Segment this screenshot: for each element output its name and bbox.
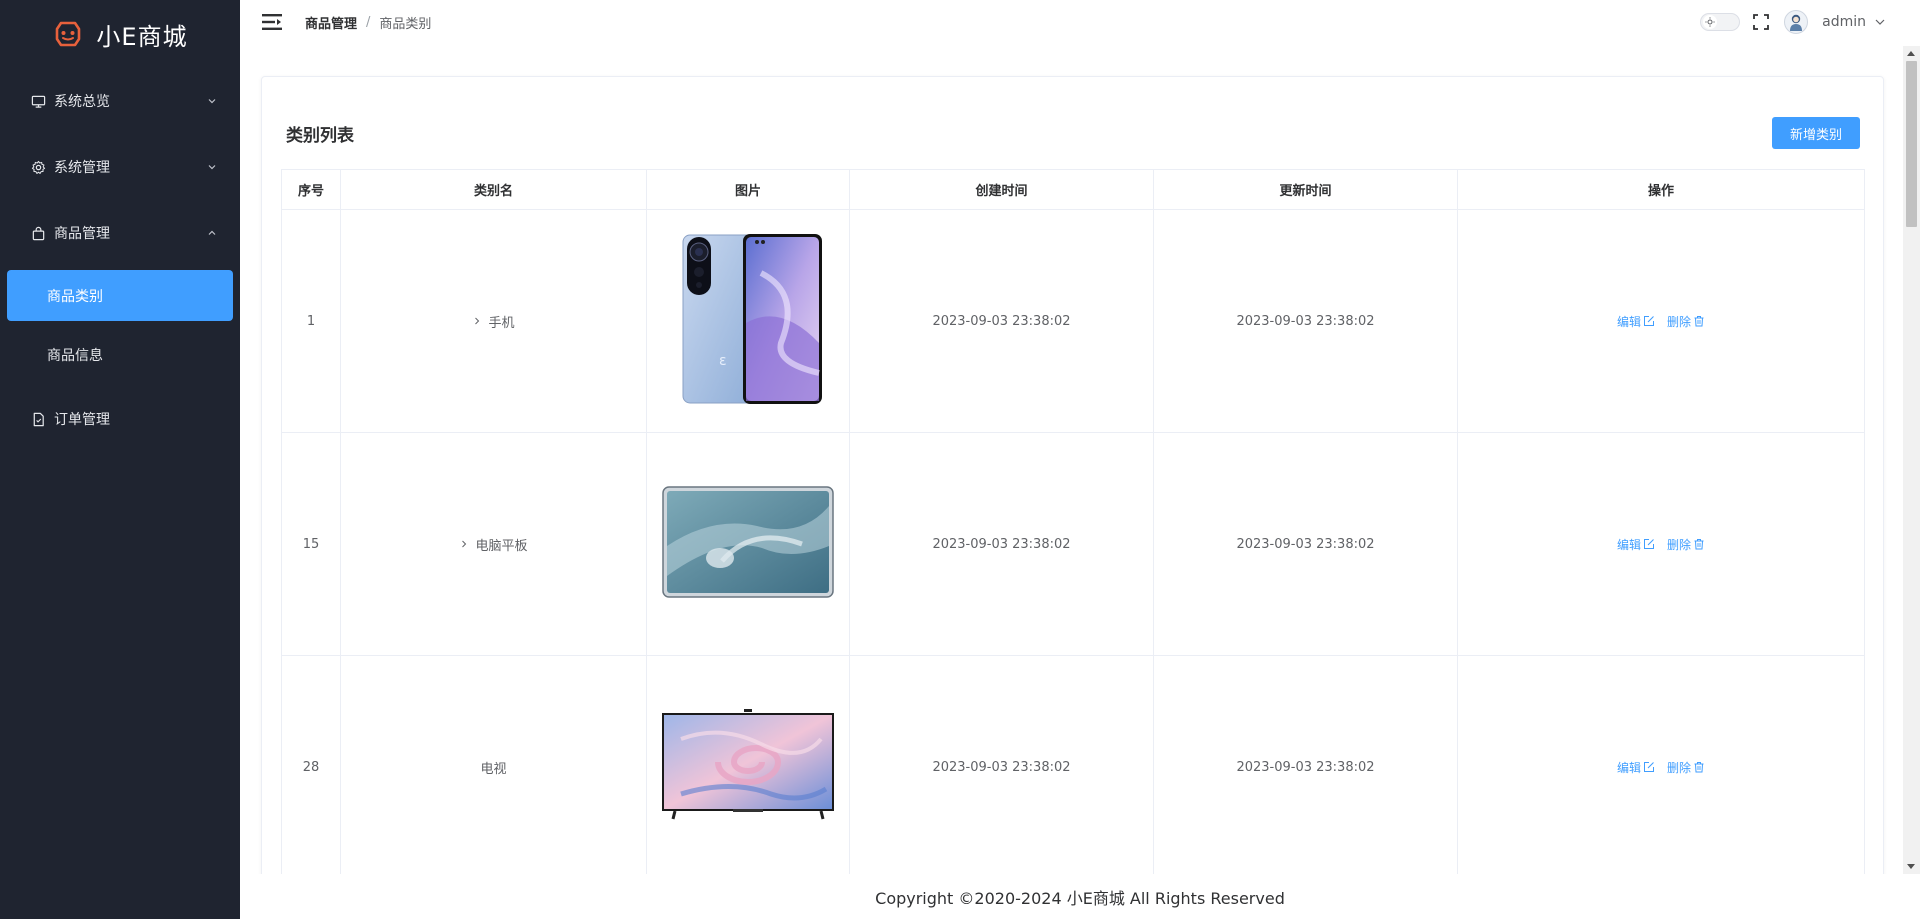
- sidebar-item-system[interactable]: 系统管理: [0, 134, 240, 200]
- column-header-updated: 更新时间: [1153, 169, 1458, 210]
- column-header-index: 序号: [281, 169, 341, 210]
- chevron-down-icon: [208, 165, 216, 170]
- chevron-down-icon[interactable]: [1874, 16, 1886, 28]
- sidebar-subitem-categories[interactable]: 商品类别: [7, 270, 233, 321]
- column-header-actions: 操作: [1457, 169, 1865, 210]
- edit-button[interactable]: 编辑: [1617, 313, 1655, 330]
- cell-index: 1: [281, 209, 341, 433]
- table-row: 1 手机 ε 2023-09-03 23:38:02 2023-09-03 23…: [281, 209, 1865, 433]
- column-header-name: 类别名: [340, 169, 647, 210]
- cell-name: 电视: [340, 655, 647, 879]
- cell-image: [646, 432, 850, 656]
- sun-icon: [1703, 15, 1718, 29]
- avatar[interactable]: [1784, 10, 1809, 34]
- chevron-up-icon: [208, 230, 216, 235]
- tablet-image: [662, 486, 834, 598]
- column-header-image: 图片: [646, 169, 850, 210]
- page-scrollbar[interactable]: [1903, 46, 1920, 874]
- scrollbar-thumb[interactable]: [1906, 61, 1917, 227]
- chevron-down-icon: [208, 99, 216, 104]
- svg-text:ε: ε: [719, 353, 727, 369]
- edit-button[interactable]: 编辑: [1617, 536, 1655, 553]
- column-header-created: 创建时间: [849, 169, 1154, 210]
- copyright-text: Copyright ©2020-2024 小E商城 All Rights Res…: [875, 888, 1285, 908]
- cell-updated: 2023-09-03 23:38:02: [1153, 655, 1458, 879]
- menu-toggle-icon[interactable]: [262, 14, 282, 30]
- category-name: 电脑平板: [475, 538, 528, 554]
- cell-created: 2023-09-03 23:38:02: [849, 209, 1154, 433]
- username[interactable]: admin: [1822, 14, 1866, 30]
- sidebar-subitem-product-info[interactable]: 商品信息: [0, 330, 240, 380]
- document-icon: [30, 411, 46, 427]
- sidebar-item-label: 系统总览: [54, 94, 110, 110]
- chevron-right-icon[interactable]: [459, 539, 469, 549]
- trash-icon: [1694, 539, 1704, 550]
- sidebar-item-label: 系统管理: [54, 160, 110, 176]
- logo-text: 小E商城: [96, 22, 188, 51]
- cell-name: 手机: [340, 209, 647, 433]
- cell-actions: 编辑 删除: [1457, 655, 1865, 879]
- cell-updated: 2023-09-03 23:38:02: [1153, 432, 1458, 656]
- delete-button[interactable]: 删除: [1667, 536, 1705, 553]
- cell-image: ε: [646, 209, 850, 433]
- cell-index: 15: [281, 432, 341, 656]
- cell-created: 2023-09-03 23:38:02: [849, 655, 1154, 879]
- sidebar-item-overview[interactable]: 系统总览: [0, 68, 240, 134]
- page-title: 类别列表: [286, 126, 354, 146]
- breadcrumb-item-current: 商品类别: [379, 17, 432, 32]
- phone-image: ε: [682, 234, 822, 404]
- table-header-row: 序号 类别名 图片 创建时间 更新时间 操作: [281, 169, 1865, 210]
- cell-actions: 编辑 删除: [1457, 209, 1865, 433]
- cell-name: 电脑平板: [340, 432, 647, 656]
- table-row: 15 电脑平板 2023-09-03 23:38:02 2023-09-03 2…: [281, 432, 1865, 656]
- cell-index: 28: [281, 655, 341, 879]
- fullscreen-icon[interactable]: [1752, 13, 1770, 31]
- breadcrumb: 商品管理 / 商品类别: [305, 13, 431, 32]
- category-name: 手机: [488, 315, 515, 331]
- sidebar-item-label: 订单管理: [54, 412, 110, 428]
- add-category-button[interactable]: 新增类别: [1772, 117, 1860, 149]
- breadcrumb-separator: /: [366, 15, 371, 30]
- logo[interactable]: 小E商城: [0, 0, 240, 68]
- sidebar-item-products[interactable]: 商品管理: [0, 200, 240, 266]
- trash-icon: [1694, 762, 1704, 773]
- category-name: 电视: [480, 761, 507, 777]
- scroll-up-arrow[interactable]: [1907, 51, 1915, 56]
- gear-icon: [30, 159, 46, 175]
- table-row: 28 电视 2023-09-03 23:38:02 2023-09-03 23:…: [281, 655, 1865, 879]
- top-header: 商品管理 / 商品类别 admin: [240, 0, 1920, 46]
- chevron-right-icon[interactable]: [472, 316, 482, 326]
- sidebar-item-orders[interactable]: 订单管理: [0, 380, 240, 458]
- cell-actions: 编辑 删除: [1457, 432, 1865, 656]
- scroll-down-arrow[interactable]: [1907, 864, 1915, 869]
- delete-button[interactable]: 删除: [1667, 759, 1705, 776]
- shopping-bag-icon: [30, 225, 46, 241]
- edit-icon: [1644, 762, 1654, 772]
- breadcrumb-item[interactable]: 商品管理: [305, 13, 357, 32]
- category-card: 类别列表 新增类别 序号 类别名 图片 创建时间 更新时间 操作 1 手机 ε …: [261, 76, 1884, 919]
- edit-button[interactable]: 编辑: [1617, 759, 1655, 776]
- monitor-icon: [30, 93, 46, 109]
- footer: Copyright ©2020-2024 小E商城 All Rights Res…: [240, 874, 1920, 919]
- sidebar: 小E商城 系统总览 系统管理 商品管理 商品类别 商品信息 订单管理: [0, 0, 240, 919]
- cell-created: 2023-09-03 23:38:02: [849, 432, 1154, 656]
- category-table: 序号 类别名 图片 创建时间 更新时间 操作 1 手机 ε 2023-09-03…: [281, 169, 1865, 879]
- edit-icon: [1644, 539, 1654, 549]
- tv-image: [662, 709, 834, 820]
- header-actions: admin: [1700, 9, 1886, 35]
- edit-icon: [1644, 316, 1654, 326]
- delete-button[interactable]: 删除: [1667, 313, 1705, 330]
- theme-toggle[interactable]: [1700, 13, 1741, 31]
- logo-icon: [56, 21, 81, 47]
- sidebar-item-label: 商品管理: [54, 226, 110, 242]
- trash-icon: [1694, 316, 1704, 327]
- cell-image: [646, 655, 850, 879]
- cell-updated: 2023-09-03 23:38:02: [1153, 209, 1458, 433]
